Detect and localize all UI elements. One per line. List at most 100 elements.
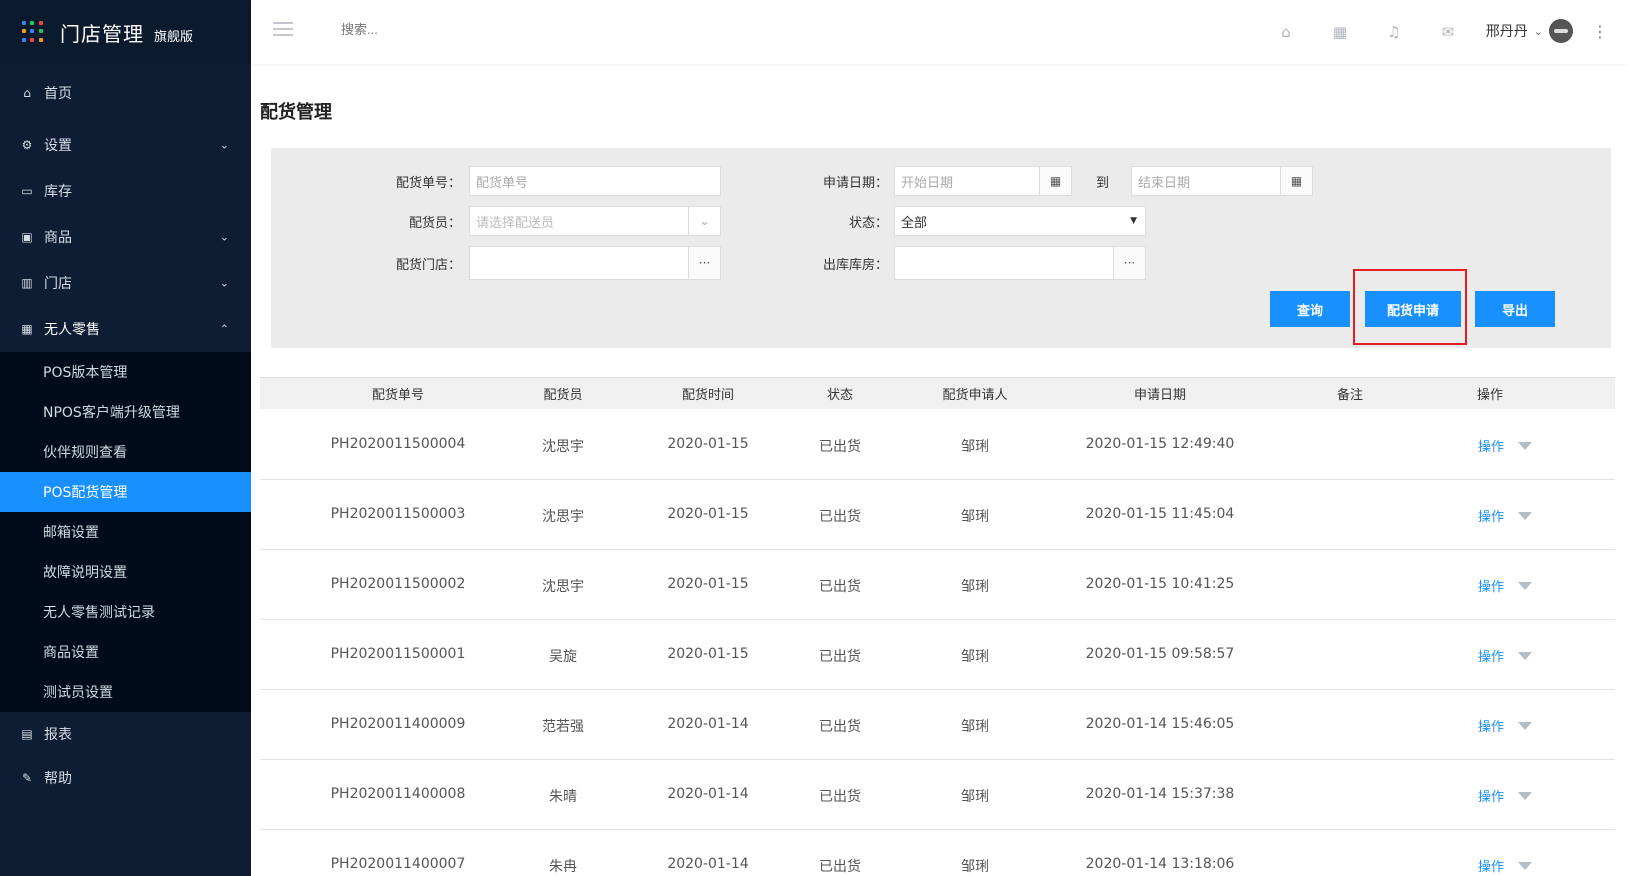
sidebar-item-goods[interactable]: ▣ 商品 ⌄ <box>0 214 251 260</box>
sidebar-item-reports[interactable]: ▤ 报表 <box>0 712 251 756</box>
to-label: 到 <box>1096 175 1110 191</box>
calendar-icon[interactable]: ▦ <box>1280 167 1313 195</box>
cell-applicant: 邹琍 <box>961 789 989 805</box>
search-input[interactable] <box>341 22 541 37</box>
caret-down-icon[interactable] <box>1518 582 1532 590</box>
sidebar-item-npos-upgrade[interactable]: NPOS客户端升级管理 <box>0 392 251 432</box>
more-icon[interactable]: ··· <box>688 247 720 279</box>
query-button[interactable]: 查询 <box>1270 291 1350 327</box>
submenu-unmanned-retail: POS版本管理 NPOS客户端升级管理 伙伴规则查看 POS配货管理 邮箱设置 … <box>0 352 251 712</box>
cell-apply-date: 2020-01-14 15:46:05 <box>1085 716 1235 732</box>
sidebar-item-home[interactable]: ⌂ 首页 <box>0 64 251 122</box>
grid-dot <box>30 29 35 34</box>
caret-down-icon[interactable] <box>1518 442 1532 450</box>
table-row: PH2020011500004 沈思宇 2020-01-15 已出货 邹琍 2020-01… <box>260 410 1615 480</box>
operation-link[interactable]: 操作 <box>1478 720 1504 735</box>
status-select[interactable]: 全部 ▼ <box>894 206 1146 236</box>
cell-dispatch-time: 2020-01-15 <box>667 436 749 452</box>
operation-link[interactable]: 操作 <box>1478 650 1504 665</box>
grid-icon[interactable]: ▦ <box>1330 22 1350 42</box>
table-row: PH2020011400007 朱冉 2020-01-14 已出货 邹琍 2020-01-… <box>260 830 1615 876</box>
operation-link[interactable]: 操作 <box>1478 440 1504 455</box>
more-icon[interactable]: ··· <box>1113 247 1145 279</box>
app-grid-icon[interactable] <box>22 21 44 43</box>
order-no-input[interactable]: 配货单号 <box>469 166 721 196</box>
cell-dispatcher: 沈思宇 <box>542 439 584 455</box>
cell-status: 已出货 <box>819 579 861 595</box>
highlight-box <box>1353 269 1467 345</box>
table-row: PH2020011500002 沈思宇 2020-01-15 已出货 邹琍 2020-01… <box>260 550 1615 620</box>
brand-title: 门店管理 <box>60 21 144 46</box>
sidebar-item-label: 首页 <box>44 86 72 102</box>
warehouse-input[interactable]: ··· <box>894 246 1146 280</box>
cell-apply-date: 2020-01-15 12:49:40 <box>1085 436 1235 452</box>
sidebar-item-partner-rules[interactable]: 伙伴规则查看 <box>0 432 251 472</box>
dispatcher-select[interactable]: 请选择配送员 ⌄ <box>469 206 721 236</box>
operation-link[interactable]: 操作 <box>1478 860 1504 875</box>
sidebar-item-tester-settings[interactable]: 测试员设置 <box>0 672 251 712</box>
sidebar: 门店管理 旗舰版 ⌂ 首页 ⚙ 设置 ⌄ ▭ 库存 ▣ 商品 ⌄ ▥ 门店 ⌄ … <box>0 0 251 876</box>
cell-order-no: PH2020011400008 <box>330 786 466 802</box>
menu-toggle-icon[interactable] <box>273 22 293 38</box>
sidebar-item-settings[interactable]: ⚙ 设置 ⌄ <box>0 122 251 168</box>
cell-applicant: 邹琍 <box>961 579 989 595</box>
bell-icon[interactable]: ♫ <box>1384 22 1404 42</box>
operation-link[interactable]: 操作 <box>1478 790 1504 805</box>
apply-date-label: 申请日期： <box>822 175 888 191</box>
sidebar-item-fault-settings[interactable]: 故障说明设置 <box>0 552 251 592</box>
sidebar-item-goods-settings[interactable]: 商品设置 <box>0 632 251 672</box>
operation-link[interactable]: 操作 <box>1478 510 1504 525</box>
caret-down-icon: ▼ <box>1130 216 1137 226</box>
filter-warehouse: 出库库房： ··· <box>788 246 1146 280</box>
sidebar-item-test-records[interactable]: 无人零售测试记录 <box>0 592 251 632</box>
brand-badge: 旗舰版 <box>154 29 194 45</box>
chevron-down-icon: ⌄ <box>219 138 229 152</box>
sidebar-item-help[interactable]: ✎ 帮助 <box>0 756 251 800</box>
start-date-placeholder: 开始日期 <box>901 175 954 191</box>
filter-order-no: 配货单号： 配货单号 <box>371 166 721 196</box>
more-icon[interactable]: ⋮ <box>1592 22 1608 41</box>
sidebar-item-store[interactable]: ▥ 门店 ⌄ <box>0 260 251 306</box>
order-no-label: 配货单号： <box>395 175 461 191</box>
cell-apply-date: 2020-01-15 11:45:04 <box>1085 506 1235 522</box>
sidebar-item-inventory[interactable]: ▭ 库存 <box>0 168 251 214</box>
operation-link[interactable]: 操作 <box>1478 580 1504 595</box>
gift-icon: ▣ <box>21 230 33 244</box>
caret-down-icon[interactable] <box>1518 792 1532 800</box>
mail-icon[interactable]: ✉ <box>1438 22 1458 42</box>
cell-status: 已出货 <box>819 509 861 525</box>
report-icon: ▤ <box>21 727 33 741</box>
caret-down-icon[interactable] <box>1518 862 1532 870</box>
caret-down-icon[interactable] <box>1518 722 1532 730</box>
end-date-placeholder: 结束日期 <box>1138 175 1191 191</box>
sidebar-item-pos-distribution[interactable]: POS配货管理 <box>0 472 251 512</box>
cell-applicant: 邹琍 <box>961 719 989 735</box>
sidebar-item-mail-settings[interactable]: 邮箱设置 <box>0 512 251 552</box>
sidebar-item-pos-version[interactable]: POS版本管理 <box>0 352 251 392</box>
filter-apply-date: 申请日期： 开始日期 ▦ 到 结束日期 ▦ <box>788 166 1314 196</box>
caret-down-icon[interactable] <box>1518 512 1532 520</box>
user-menu[interactable]: 邢丹丹 ⌄ <box>1486 19 1573 43</box>
cell-status: 已出货 <box>819 719 861 735</box>
sidebar-item-unmanned-retail[interactable]: ▦ 无人零售 ⌃ <box>0 306 251 352</box>
export-button[interactable]: 导出 <box>1475 291 1555 327</box>
cell-dispatch-time: 2020-01-15 <box>667 506 749 522</box>
chevron-down-icon: ⌄ <box>1533 24 1543 38</box>
end-date-input[interactable]: 结束日期 ▦ <box>1131 166 1314 196</box>
table-header: 配货单号 配货员 配货时间 状态 配货申请人 申请日期 备注 操作 <box>260 377 1615 409</box>
cell-status: 已出货 <box>819 789 861 805</box>
status-value: 全部 <box>901 215 928 231</box>
caret-down-icon[interactable] <box>1518 652 1532 660</box>
store-input[interactable]: ··· <box>469 246 721 280</box>
home-icon[interactable]: ⌂ <box>1276 22 1296 42</box>
calendar-icon[interactable]: ▦ <box>1039 167 1071 195</box>
grid-dot <box>38 37 43 42</box>
col-dispatcher: 配货员 <box>543 388 583 403</box>
start-date-input[interactable]: 开始日期 ▦ <box>894 166 1072 196</box>
chevron-down-icon: ⌄ <box>219 276 229 290</box>
cell-order-no: PH2020011500001 <box>330 646 466 662</box>
col-dispatch-time: 配货时间 <box>681 388 734 403</box>
status-label: 状态： <box>848 215 888 231</box>
cell-dispatcher: 朱晴 <box>549 789 577 805</box>
sidebar-nav-bottom: ▤ 报表 ✎ 帮助 <box>0 712 251 800</box>
